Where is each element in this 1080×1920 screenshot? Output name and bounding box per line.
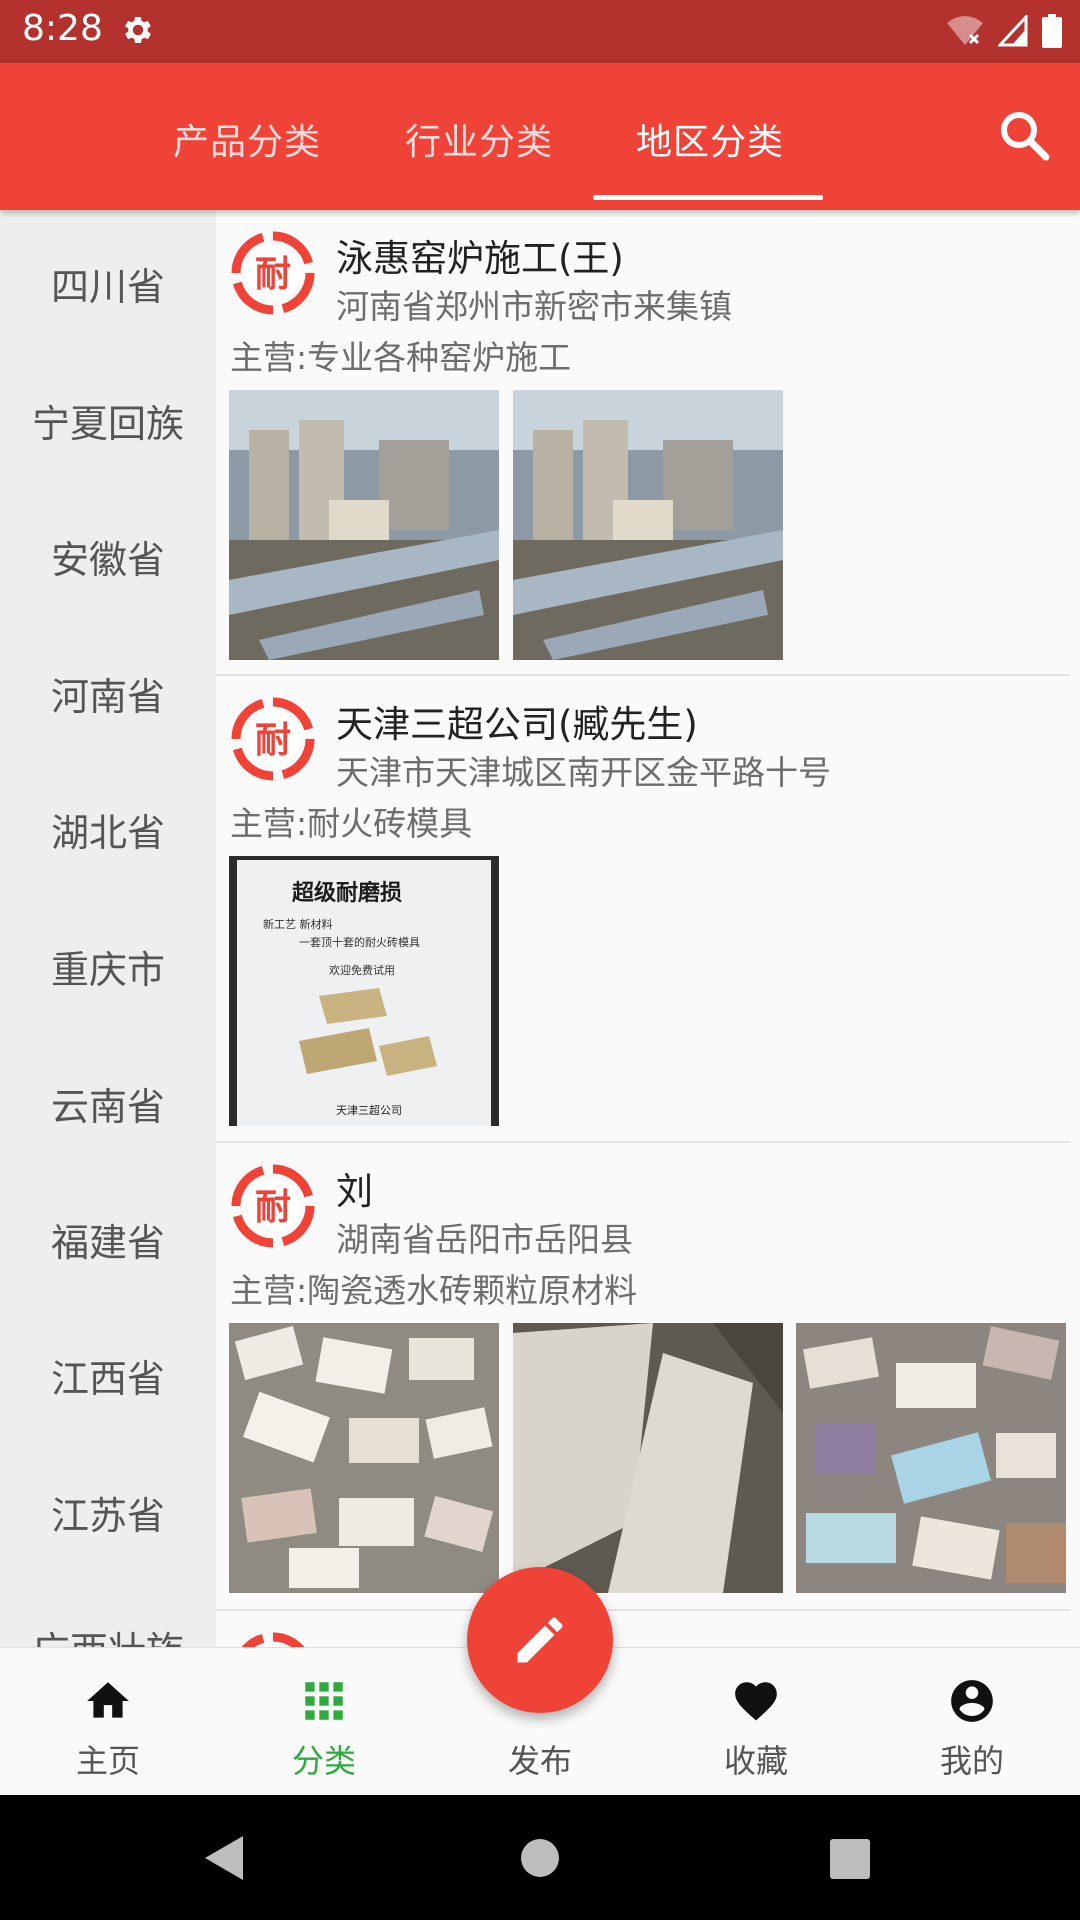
- company-address: 天津市天津城区南开区金平路十号: [336, 753, 831, 792]
- svg-text:耐: 耐: [255, 720, 291, 761]
- sidebar-item-jiangxi[interactable]: 江西省: [0, 1348, 216, 1403]
- ceramic-bricks-photo[interactable]: [229, 1323, 499, 1593]
- tab-indicator: [593, 195, 823, 200]
- system-icons: [946, 14, 1062, 48]
- recents-icon[interactable]: [830, 1839, 870, 1879]
- sidebar-item-henan[interactable]: 河南省: [0, 666, 216, 721]
- listing-card[interactable]: 耐 泳惠窑炉施工(王) 河南省郑州市新密市来集镇 主营:专业各种窑炉施工: [216, 210, 1070, 676]
- sidebar-item-yunnan[interactable]: 云南省: [0, 1076, 216, 1131]
- refractory-logo-icon: 耐: [230, 1163, 316, 1249]
- nav-mine[interactable]: 我的: [864, 1648, 1080, 1795]
- top-app-bar: 产品分类 行业分类 地区分类: [0, 63, 1080, 210]
- home-icon: [87, 1682, 129, 1718]
- sidebar-item-jiangsu[interactable]: 江苏省: [0, 1485, 216, 1540]
- tab-product-category[interactable]: 产品分类: [173, 113, 321, 165]
- battery-icon: [1042, 14, 1062, 48]
- kiln-construction-photo[interactable]: [229, 390, 499, 660]
- back-icon[interactable]: [205, 1836, 245, 1880]
- svg-text:耐: 耐: [255, 254, 291, 295]
- sidebar-item-hubei[interactable]: 湖北省: [0, 802, 216, 857]
- listing-card[interactable]: 耐 刘 湖南省岳阳市岳阳县 主营:陶瓷透水砖颗粒原材料: [216, 1143, 1070, 1611]
- ceramic-bricks-photo[interactable]: [796, 1323, 1066, 1593]
- refractory-logo-icon: 耐: [230, 696, 316, 782]
- nav-label: 主页: [75, 1742, 140, 1780]
- svg-text:耐: 耐: [255, 1187, 291, 1228]
- nav-home[interactable]: 主页: [0, 1648, 216, 1795]
- heart-icon: [735, 1682, 777, 1721]
- company-main-business: 主营:陶瓷透水砖颗粒原材料: [230, 1271, 638, 1310]
- poster-line2: 一套顶十套的耐火砖模具: [299, 935, 420, 949]
- nav-category[interactable]: 分类: [216, 1648, 432, 1795]
- gear-icon: [120, 12, 156, 52]
- tab-industry-category[interactable]: 行业分类: [405, 113, 553, 165]
- sidebar-item-ningxia[interactable]: 宁夏回族: [0, 393, 216, 448]
- brick-mold-poster-photo[interactable]: 超级耐磨损 新工艺 新材料 一套顶十套的耐火砖模具 欢迎免费试用 天津三超公司: [229, 856, 499, 1126]
- nav-label: 分类: [291, 1742, 356, 1780]
- grid-icon: [305, 1682, 343, 1720]
- search-icon[interactable]: [998, 109, 1050, 165]
- account-icon: [951, 1680, 993, 1722]
- status-bar: 8:28: [0, 0, 1080, 63]
- company-address: 河南省郑州市新密市来集镇: [336, 287, 732, 326]
- pencil-icon: [517, 1617, 563, 1663]
- poster-title: 超级耐磨损: [292, 880, 402, 906]
- system-navigation-bar: [0, 1794, 1080, 1920]
- listing-card[interactable]: 耐 天津三超公司(臧先生) 天津市天津城区南开区金平路十号 主营:耐火砖模具 超…: [216, 676, 1070, 1143]
- listing-list: 耐 泳惠窑炉施工(王) 河南省郑州市新密市来集镇 主营:专业各种窑炉施工 耐 天…: [216, 210, 1080, 1647]
- sidebar-item-guangxi[interactable]: 广西壮族: [0, 1620, 216, 1647]
- tab-region-category[interactable]: 地区分类: [636, 113, 784, 165]
- sidebar-item-anhui[interactable]: 安徽省: [0, 529, 216, 584]
- nav-label: 发布: [507, 1742, 572, 1780]
- signal-icon: [998, 15, 1028, 47]
- home-circle-icon[interactable]: [520, 1838, 560, 1878]
- region-sidebar: 四川省 宁夏回族 安徽省 河南省 湖北省 重庆市 云南省 福建省 江西省 江苏省…: [0, 210, 216, 1647]
- nav-label: 我的: [939, 1742, 1004, 1780]
- kiln-construction-photo[interactable]: [513, 390, 783, 660]
- company-name: 天津三超公司(臧先生): [336, 703, 698, 746]
- poster-company: 天津三超公司: [336, 1103, 402, 1117]
- publish-fab-button[interactable]: [467, 1567, 613, 1713]
- sidebar-item-chongqing[interactable]: 重庆市: [0, 939, 216, 994]
- company-main-business: 主营:专业各种窑炉施工: [230, 338, 572, 377]
- nav-favorites[interactable]: 收藏: [648, 1648, 864, 1795]
- poster-line3: 欢迎免费试用: [329, 963, 395, 977]
- listing-card[interactable]: [216, 1611, 1070, 1647]
- refractory-logo-icon: [230, 1631, 316, 1647]
- company-address: 湖南省岳阳市岳阳县: [336, 1220, 633, 1259]
- company-name: 泳惠窑炉施工(王): [336, 237, 624, 280]
- wifi-off-icon: [947, 16, 983, 45]
- poster-line1: 新工艺 新材料: [263, 917, 333, 931]
- sidebar-item-fujian[interactable]: 福建省: [0, 1212, 216, 1267]
- company-name: 刘: [336, 1170, 373, 1213]
- stone-slab-photo[interactable]: [513, 1323, 783, 1593]
- nav-label: 收藏: [723, 1742, 788, 1780]
- company-main-business: 主营:耐火砖模具: [230, 804, 473, 843]
- status-time: 8:28: [22, 8, 103, 49]
- refractory-logo-icon: 耐: [230, 230, 316, 316]
- sidebar-item-sichuan[interactable]: 四川省: [0, 256, 216, 311]
